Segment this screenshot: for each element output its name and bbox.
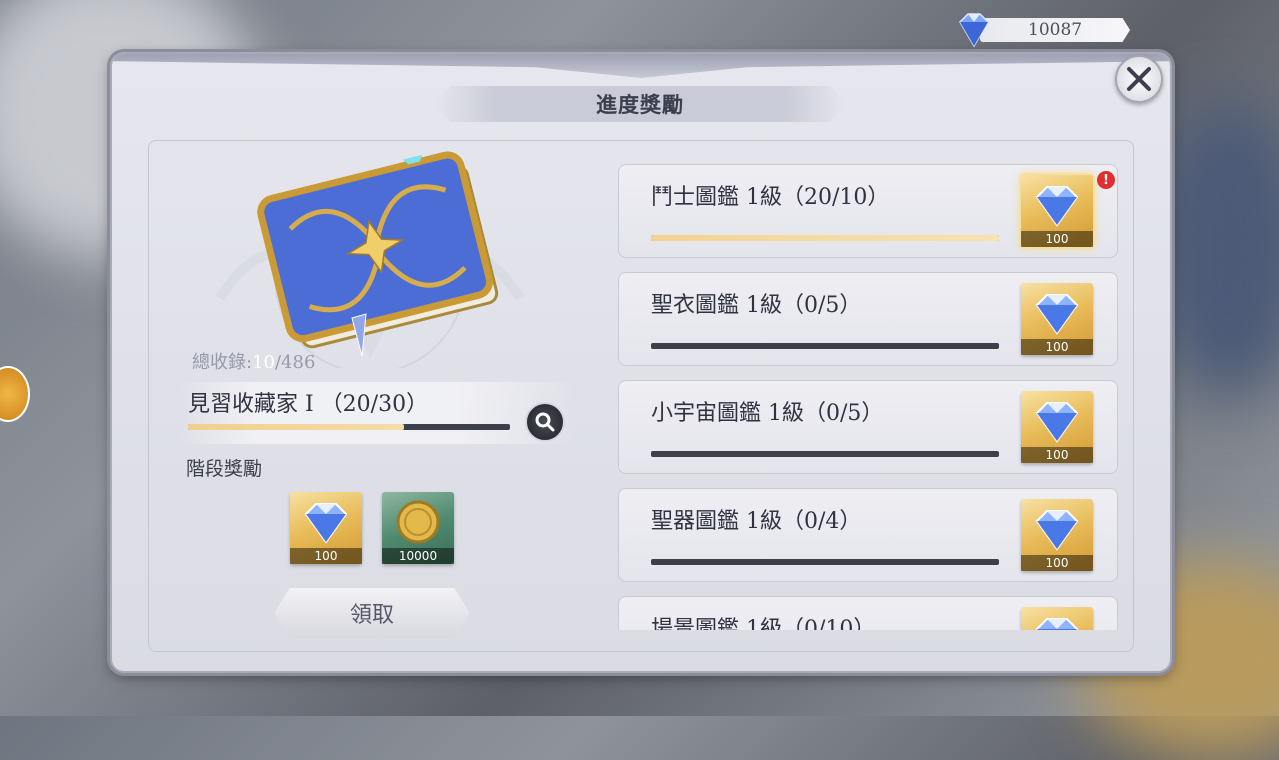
task-row: 場景圖鑑 1級（0/10） 100 xyxy=(618,596,1118,630)
diamond-amount: 10087 xyxy=(1028,20,1083,40)
task-reward-diamond[interactable]: 100 xyxy=(1021,283,1093,355)
claim-button[interactable]: 領取 xyxy=(274,588,470,638)
task-row: 小宇宙圖鑑 1級（0/5） 100 xyxy=(618,380,1118,474)
task-row: 聖衣圖鑑 1級（0/5） 100 xyxy=(618,272,1118,366)
total-current: 10 xyxy=(252,352,275,373)
stage-reward-label: 階段獎勵 xyxy=(186,458,263,480)
collector-rank-title: 見習收藏家 I （20/30） xyxy=(188,392,429,417)
total-collected: 總收錄:10/486 xyxy=(192,348,315,374)
stage-reward-gold-coin[interactable]: 10000 xyxy=(382,492,454,564)
diamond-currency: 10087 xyxy=(958,13,1138,48)
diamond-icon xyxy=(1035,510,1079,551)
task-progress-bar xyxy=(651,343,999,349)
task-progress-bar xyxy=(651,235,999,241)
task-label: 場景圖鑑 1級（0/10） xyxy=(651,617,876,630)
diamond-icon xyxy=(1035,186,1079,227)
claim-button-label: 領取 xyxy=(349,603,394,628)
alert-badge: ! xyxy=(1097,171,1115,189)
task-label: 聖衣圖鑑 1級（0/5） xyxy=(651,293,862,318)
task-row: 聖器圖鑑 1級（0/4） 100 xyxy=(618,488,1118,582)
collector-progress-bar xyxy=(188,424,510,430)
gold-coin-icon xyxy=(396,500,440,544)
task-reward-diamond[interactable]: 100 xyxy=(1021,499,1093,571)
task-row: 鬥士圖鑑 1級（20/10） 100 ! xyxy=(618,164,1118,258)
task-label: 鬥士圖鑑 1級（20/10） xyxy=(651,185,890,210)
view-details-button[interactable] xyxy=(525,402,565,442)
diamond-icon xyxy=(959,13,989,48)
diamond-icon xyxy=(1035,294,1079,335)
close-button[interactable] xyxy=(1115,55,1163,103)
task-progress-bar xyxy=(651,559,999,565)
stage-reward-diamond[interactable]: 100 xyxy=(290,492,362,564)
collector-progress-fill xyxy=(188,424,404,430)
search-icon xyxy=(535,412,555,432)
task-reward-diamond[interactable]: 100 xyxy=(1021,175,1093,247)
reward-quantity: 100 xyxy=(1021,555,1093,571)
close-icon xyxy=(1127,67,1151,91)
collection-book-emblem xyxy=(180,148,580,374)
task-label: 聖器圖鑑 1級（0/4） xyxy=(651,509,862,534)
reward-quantity: 10000 xyxy=(382,548,454,564)
reward-quantity: 100 xyxy=(1021,447,1093,463)
side-expand-button[interactable] xyxy=(0,366,30,422)
task-reward-diamond[interactable]: 100 xyxy=(1021,607,1093,630)
reward-quantity: 100 xyxy=(1021,231,1093,247)
task-list[interactable]: 鬥士圖鑑 1級（20/10） 100 ! 聖衣圖鑑 1級（0/5） 100 小宇… xyxy=(616,160,1122,630)
total-label: 總收錄: xyxy=(192,352,253,373)
task-label: 小宇宙圖鑑 1級（0/5） xyxy=(651,401,884,426)
total-max: /486 xyxy=(274,352,316,373)
diamond-icon xyxy=(1035,618,1079,630)
reward-quantity: 100 xyxy=(1021,339,1093,355)
task-progress-bar xyxy=(651,451,999,457)
reward-quantity: 100 xyxy=(290,548,362,564)
dialog-title: 進度獎勵 xyxy=(596,92,684,117)
task-progress-fill xyxy=(651,235,999,241)
diamond-icon xyxy=(304,503,348,544)
diamond-icon xyxy=(1035,402,1079,443)
dialog-title-banner: 進度獎勵 xyxy=(434,86,846,122)
task-reward-diamond[interactable]: 100 xyxy=(1021,391,1093,463)
